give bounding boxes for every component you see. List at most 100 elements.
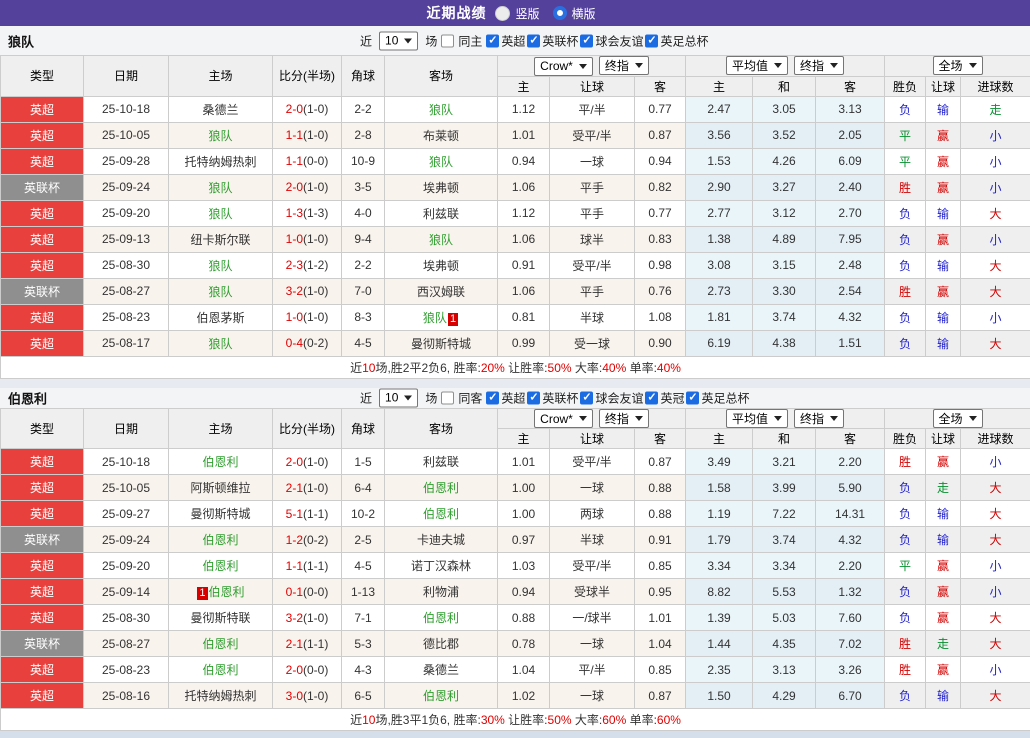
- league-filter-checkbox[interactable]: ✓: [527, 391, 540, 404]
- corner-score: 6-4: [342, 475, 385, 501]
- match-date: 25-09-28: [84, 148, 169, 174]
- halftime-score: (0-0): [303, 154, 328, 168]
- fulltime-score: 2-0: [286, 102, 303, 116]
- match-date: 25-08-16: [84, 683, 169, 709]
- average-odds-value: 2.05: [816, 122, 885, 148]
- team-name[interactable]: 狼队: [208, 207, 232, 221]
- result-label: 平: [885, 148, 926, 174]
- team-name[interactable]: 狼队: [429, 155, 453, 169]
- match-count-select[interactable]: 10: [379, 31, 418, 50]
- team-name[interactable]: 伯恩利: [202, 559, 238, 573]
- team-name[interactable]: 狼队: [208, 129, 232, 143]
- away-team-cell: 狼队: [385, 148, 498, 174]
- league-filter-checkbox[interactable]: ✓: [486, 34, 499, 47]
- league-filter-checkbox[interactable]: ✓: [486, 391, 499, 404]
- score-cell: 2-0(1-0): [273, 174, 342, 200]
- chevron-down-icon: [579, 64, 587, 69]
- final-odds-select[interactable]: 终指: [599, 56, 649, 75]
- handicap-odds-value: 0.87: [635, 449, 686, 475]
- average-odds-value: 3.27: [753, 174, 816, 200]
- average-odds-select[interactable]: 平均值: [726, 56, 788, 75]
- layout-radio-group: 竖版 横版: [495, 5, 603, 22]
- team-name[interactable]: 伯恩利: [202, 663, 238, 677]
- fulltime-score: 1-1: [286, 559, 303, 573]
- select-value: 终指: [605, 410, 629, 427]
- result-label: 输: [926, 683, 961, 709]
- team-name[interactable]: 伯恩利: [423, 611, 459, 625]
- summary-segment: 场,胜3平1负6, 胜率:: [375, 713, 480, 727]
- league-filter-checkbox[interactable]: ✓: [580, 34, 593, 47]
- handicap-odds-value: 受平/半: [550, 449, 635, 475]
- handicap-odds-value: 1.08: [635, 304, 686, 330]
- average-odds-value: 3.21: [753, 449, 816, 475]
- league-filter-checkbox[interactable]: ✓: [645, 391, 658, 404]
- away-team-cell: 桑德兰: [385, 657, 498, 683]
- league-filter-label: 球会友谊: [595, 32, 643, 49]
- team-name[interactable]: 伯恩利: [202, 533, 238, 547]
- team-name[interactable]: 伯恩利: [202, 455, 238, 469]
- average-odds-value: 1.19: [686, 501, 753, 527]
- team-name[interactable]: 狼队: [429, 103, 453, 117]
- radio-horizontal-layout[interactable]: [553, 6, 567, 20]
- team-name[interactable]: 伯恩利: [202, 637, 238, 651]
- league-filter-checkbox[interactable]: ✓: [686, 391, 699, 404]
- team-name[interactable]: 狼队: [208, 181, 232, 195]
- handicap-odds-value: 受平/半: [550, 553, 635, 579]
- header-row-selects: 类型日期主场比分(半场)角球客场Crow*终指平均值终指全场: [1, 408, 1030, 429]
- radio-vertical-label: 竖版: [515, 5, 539, 22]
- league-filter-label: 球会友谊: [595, 389, 643, 406]
- select-value: 终指: [800, 57, 824, 74]
- radio-vertical-layout[interactable]: [495, 6, 510, 21]
- team-name[interactable]: 伯恩利: [209, 585, 245, 599]
- score-cell: 3-2(1-0): [273, 278, 342, 304]
- handicap-odds-value: 受平/半: [550, 252, 635, 278]
- league-type-badge: 英联杯: [1, 527, 84, 553]
- average-odds-value: 6.19: [686, 330, 753, 356]
- same-venue-checkbox[interactable]: [441, 34, 454, 47]
- full-match-select[interactable]: 全场: [933, 409, 983, 428]
- odds-source-select[interactable]: Crow*: [534, 57, 593, 76]
- matches-suffix-label: 场: [425, 32, 437, 49]
- handicap-odds-value: 1.01: [498, 122, 550, 148]
- league-filter-checkbox[interactable]: ✓: [580, 391, 593, 404]
- away-team-cell: 利物浦: [385, 579, 498, 605]
- chevron-down-icon: [579, 416, 587, 421]
- same-venue-checkbox[interactable]: [441, 391, 454, 404]
- summary-segment: 60%: [602, 713, 626, 727]
- league-filter-checkbox[interactable]: ✓: [527, 34, 540, 47]
- average-odds-value: 4.35: [753, 631, 816, 657]
- league-filter-checkbox[interactable]: ✓: [645, 34, 658, 47]
- match-row: 英超25-10-05狼队1-1(1-0)2-8布莱顿1.01受平/半0.873.…: [1, 122, 1030, 148]
- result-label: 赢: [926, 122, 961, 148]
- summary-segment: 大率:: [572, 361, 603, 375]
- team-name[interactable]: 伯恩利: [423, 689, 459, 703]
- handicap-odds-value: 1.04: [635, 631, 686, 657]
- team-name: 伯恩茅斯: [196, 311, 244, 325]
- league-type-badge: 英超: [1, 330, 84, 356]
- team-name[interactable]: 狼队: [423, 311, 447, 325]
- halftime-score: (1-0): [303, 481, 328, 495]
- fulltime-score: 0-1: [286, 585, 303, 599]
- full-match-select[interactable]: 全场: [933, 56, 983, 75]
- team-name[interactable]: 伯恩利: [423, 507, 459, 521]
- team-name[interactable]: 狼队: [208, 337, 232, 351]
- average-odds-value: 4.29: [753, 683, 816, 709]
- team-name[interactable]: 伯恩利: [423, 481, 459, 495]
- team-name[interactable]: 狼队: [208, 259, 232, 273]
- team-name[interactable]: 狼队: [208, 285, 232, 299]
- match-count-select[interactable]: 10: [379, 388, 418, 407]
- average-odds-value: 2.54: [816, 278, 885, 304]
- average-odds-select[interactable]: 平均值: [726, 409, 788, 428]
- away-team-cell: 诺丁汉森林: [385, 553, 498, 579]
- odds-source-select[interactable]: Crow*: [534, 409, 593, 428]
- score-cell: 2-1(1-0): [273, 475, 342, 501]
- result-label: 赢: [926, 605, 961, 631]
- final-odds-select[interactable]: 终指: [794, 409, 844, 428]
- summary-segment: 30%: [481, 713, 505, 727]
- handicap-odds-value: 1.06: [498, 174, 550, 200]
- final-odds-select[interactable]: 终指: [599, 409, 649, 428]
- league-type-badge: 英超: [1, 148, 84, 174]
- team-name[interactable]: 狼队: [429, 233, 453, 247]
- final-odds-select[interactable]: 终指: [794, 56, 844, 75]
- home-team-cell: 狼队: [169, 330, 273, 356]
